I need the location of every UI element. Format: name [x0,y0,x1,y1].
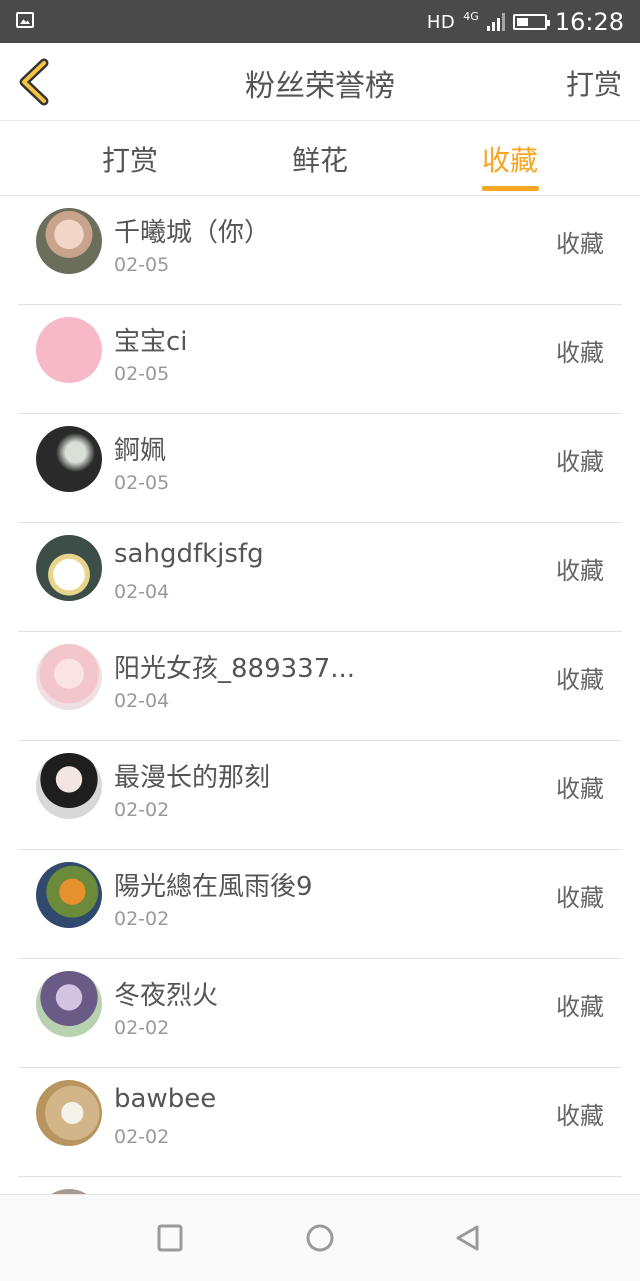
user-date: 02-05 [114,254,170,276]
user-date: 02-02 [114,1126,170,1148]
favorite-label: 收藏 [556,1102,604,1130]
user-date: 02-02 [114,908,170,930]
favorite-label: 收藏 [556,339,604,367]
tab-reward[interactable]: 打赏 [102,139,158,179]
user-name: 陽光總在風雨後9 [114,872,313,902]
title-bar: 粉丝荣誉榜 打赏 [0,43,640,121]
user-date: 02-05 [114,363,170,385]
home-icon[interactable] [303,1221,337,1255]
user-name: 冬夜烈火 [114,981,219,1011]
recent-apps-icon[interactable] [153,1221,187,1255]
avatar[interactable] [36,862,102,928]
status-bar: HD 4G 16:28 [0,0,640,43]
avatar[interactable] [36,753,102,819]
network-generation: 4G [463,9,479,23]
list-item[interactable]: 千曦城（你） 02-05 收藏 [18,196,622,305]
favorite-label: 收藏 [556,993,604,1021]
avatar[interactable] [36,426,102,492]
user-name: bawbee [114,1084,217,1114]
avatar[interactable] [36,208,102,274]
user-name: sahgdfkjsfg [114,539,264,569]
clock: 16:28 [554,8,624,36]
user-name: 千曦城（你） [114,218,271,248]
list-item[interactable]: 阳光女孩_889337... 02-04 收藏 [18,632,622,741]
list-item[interactable]: sahgdfkjsfg 02-04 收藏 [18,523,622,632]
list-item[interactable]: 最漫长的那刻 02-02 收藏 [18,741,622,850]
battery-level [516,18,528,26]
signal-icon [486,13,505,31]
user-date: 02-02 [114,1017,170,1039]
user-name: 最漫长的那刻 [114,763,271,793]
favorite-label: 收藏 [556,557,604,585]
avatar[interactable] [36,971,102,1037]
page-title: 粉丝荣誉榜 [245,69,395,104]
user-date: 02-05 [114,472,170,494]
user-date: 02-04 [114,690,170,712]
network-type: HD [426,11,456,33]
list-item[interactable]: 宝宝ci 02-05 收藏 [18,305,622,414]
user-date: 02-04 [114,581,170,603]
active-tab-indicator [482,186,539,191]
user-name: 宝宝ci [114,327,188,357]
favorite-label: 收藏 [556,666,604,694]
list-item[interactable]: 陽光總在風雨後9 02-02 收藏 [18,850,622,959]
system-nav-bar [0,1194,640,1281]
favorite-label: 收藏 [556,448,604,476]
user-date: 02-02 [114,799,170,821]
tab-bar: 打赏 鲜花 收藏 [0,121,640,196]
favorite-label: 收藏 [556,230,604,258]
avatar[interactable] [36,535,102,601]
user-name: 錒姵 [114,436,167,466]
avatar[interactable] [36,1080,102,1146]
tab-favorites[interactable]: 收藏 [482,139,538,179]
avatar[interactable] [36,644,102,710]
user-name: 阳光女孩_889337... [114,654,356,684]
gallery-notification-icon [16,12,34,28]
status-indicators: HD 4G 16:28 [427,8,624,36]
avatar[interactable] [36,317,102,383]
reward-button[interactable]: 打赏 [566,63,622,103]
tab-flowers[interactable]: 鲜花 [292,139,348,179]
list-item[interactable]: 錒姵 02-05 收藏 [18,414,622,523]
favorite-label: 收藏 [556,884,604,912]
battery-icon [512,14,550,30]
list-item[interactable]: 冬夜烈火 02-02 收藏 [18,959,622,1068]
list-item[interactable]: bawbee 02-02 收藏 [18,1068,622,1177]
favorite-label: 收藏 [556,775,604,803]
back-icon[interactable] [451,1221,485,1255]
fan-list: 千曦城（你） 02-05 收藏 宝宝ci 02-05 收藏 錒姵 02-05 收… [18,196,622,1194]
list-item[interactable] [18,1177,622,1194]
